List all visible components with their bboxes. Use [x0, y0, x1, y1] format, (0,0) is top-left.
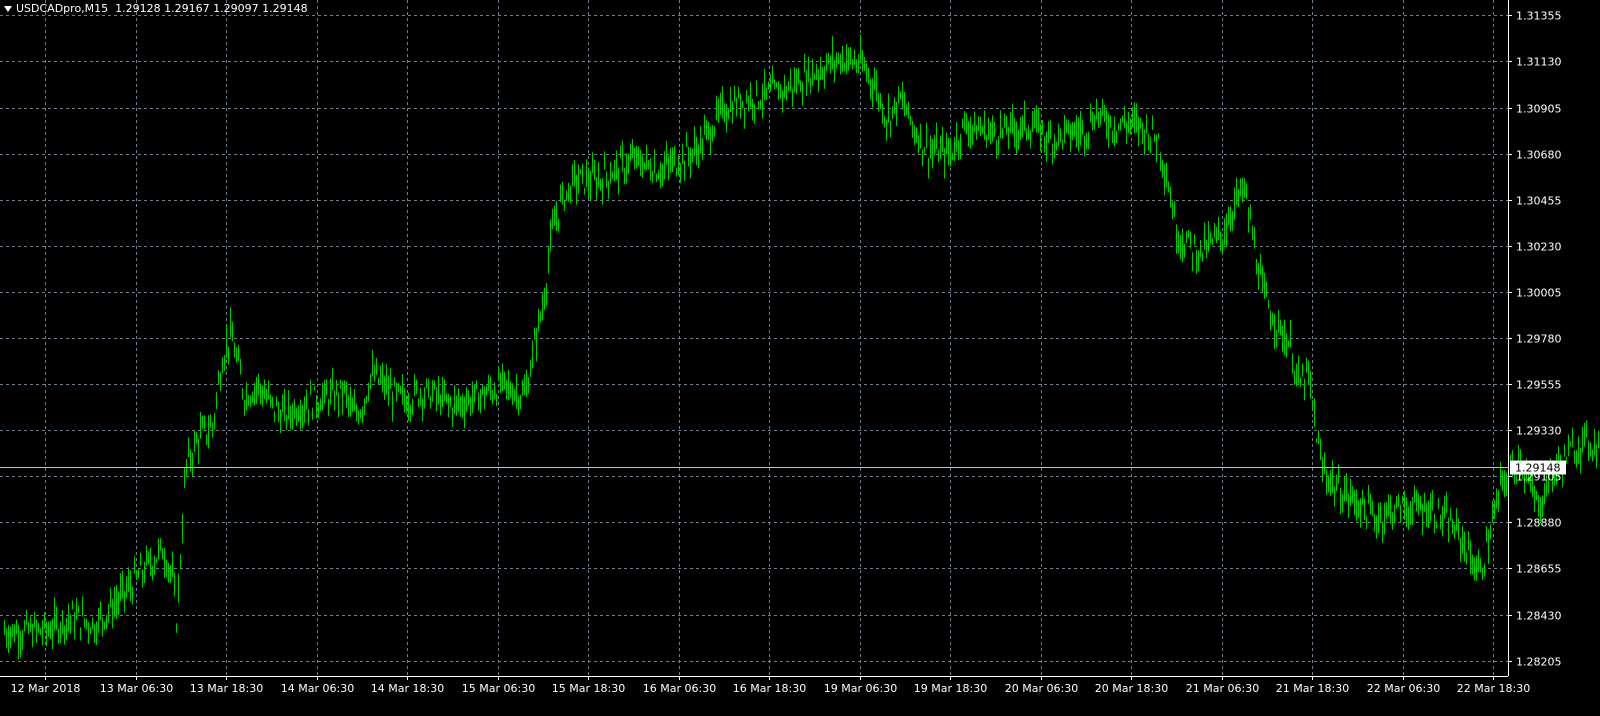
y-tick-label: 1.31130: [1516, 56, 1562, 69]
y-tick-label: 1.29780: [1516, 333, 1562, 346]
triangle-down-icon[interactable]: [4, 6, 12, 12]
x-tick-label: 20 Mar 18:30: [1095, 682, 1168, 695]
x-tick-label: 13 Mar 18:30: [190, 682, 263, 695]
y-tick-label: 1.30680: [1516, 149, 1562, 162]
x-tick-label: 21 Mar 06:30: [1186, 682, 1259, 695]
y-tick-label: 1.30230: [1516, 241, 1562, 254]
y-tick-label: 1.31355: [1516, 10, 1562, 23]
x-tick-label: 13 Mar 06:30: [100, 682, 173, 695]
symbol-header: USDCADpro,M15 1.29128 1.29167 1.29097 1.…: [4, 2, 308, 15]
x-tick-label: 15 Mar 06:30: [462, 682, 535, 695]
x-tick-label: 21 Mar 18:30: [1276, 682, 1349, 695]
y-tick-label: 1.28880: [1516, 517, 1562, 530]
y-tick-label: 1.30905: [1516, 103, 1562, 116]
x-tick-label: 16 Mar 06:30: [643, 682, 716, 695]
y-tick-label: 1.28655: [1516, 563, 1562, 576]
y-tick-label: 1.30455: [1516, 195, 1562, 208]
symbol-label: USDCADpro,M15: [16, 2, 109, 15]
x-tick-label: 14 Mar 06:30: [281, 682, 354, 695]
y-tick-label: 1.28430: [1516, 610, 1562, 623]
chart-canvas[interactable]: 1.29148 1.313551.311301.309051.306801.30…: [0, 0, 1600, 712]
x-tick-label: 14 Mar 18:30: [371, 682, 444, 695]
x-tick-label: 15 Mar 18:30: [552, 682, 625, 695]
ohlc-values: 1.29128 1.29167 1.29097 1.29148: [115, 2, 308, 15]
y-tick-label: 1.28205: [1516, 656, 1562, 669]
x-tick-label: 20 Mar 06:30: [1005, 682, 1078, 695]
y-tick-label: 1.29330: [1516, 425, 1562, 438]
x-tick-label: 16 Mar 18:30: [733, 682, 806, 695]
x-tick-label: 19 Mar 06:30: [824, 682, 897, 695]
x-tick-label: 12 Mar 2018: [11, 682, 81, 695]
x-tick-label: 22 Mar 06:30: [1367, 682, 1440, 695]
x-tick-label: 22 Mar 18:30: [1457, 682, 1530, 695]
price-chart[interactable]: 1.29148 1.31355 1.31130 1.30905 1.30680 1.30…: [0, 0, 1600, 712]
y-tick-label: 1.29105: [1516, 471, 1562, 484]
y-tick-label: 1.30005: [1516, 287, 1562, 300]
x-tick-label: 19 Mar 18:30: [914, 682, 987, 695]
y-tick-label: 1.29555: [1516, 379, 1562, 392]
